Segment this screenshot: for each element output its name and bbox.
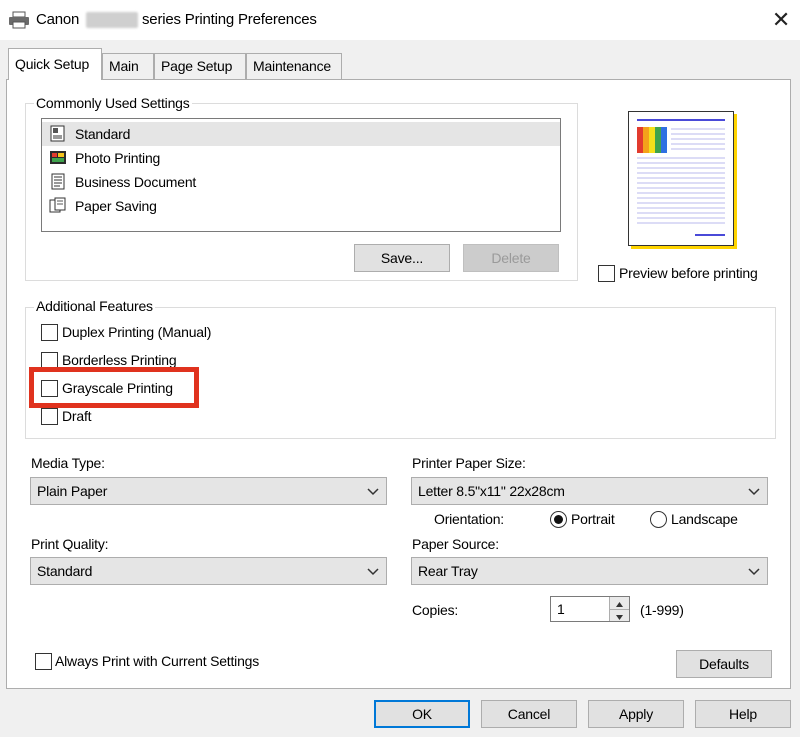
always-print-checkbox[interactable]: [35, 653, 52, 670]
paper-size-select[interactable]: Letter 8.5"x11" 22x28cm: [411, 477, 768, 505]
printer-icon: [8, 11, 30, 29]
copies-value: 1: [557, 601, 565, 617]
help-button[interactable]: Help: [695, 700, 791, 728]
model-name-redacted: [86, 12, 138, 28]
apply-button[interactable]: Apply: [588, 700, 684, 728]
list-item[interactable]: Paper Saving: [42, 194, 560, 218]
list-item[interactable]: Photo Printing: [42, 146, 560, 170]
paper-size-label: Printer Paper Size:: [412, 455, 526, 471]
paper-source-label: Paper Source:: [412, 536, 499, 552]
print-quality-value: Standard: [37, 563, 93, 579]
defaults-button[interactable]: Defaults: [676, 650, 772, 678]
tab-page-setup[interactable]: Page Setup: [154, 53, 246, 79]
tab-quick-setup[interactable]: Quick Setup: [8, 48, 102, 80]
tab-maintenance[interactable]: Maintenance: [246, 53, 342, 79]
chevron-down-icon: [747, 484, 761, 498]
copies-stepper[interactable]: 1: [550, 596, 630, 622]
draft-label: Draft: [62, 408, 92, 424]
delete-button[interactable]: Delete: [463, 244, 559, 272]
spin-down-icon[interactable]: [609, 609, 629, 621]
window-title-prefix: Canon: [36, 11, 80, 28]
list-item[interactable]: Standard: [42, 122, 560, 146]
media-type-select[interactable]: Plain Paper: [30, 477, 387, 505]
standard-icon: [49, 125, 67, 142]
preview-before-printing-label: Preview before printing: [619, 265, 758, 281]
additional-features-legend: Additional Features: [34, 298, 155, 314]
print-quality-label: Print Quality:: [31, 536, 109, 552]
chevron-down-icon: [366, 484, 380, 498]
list-item-label: Business Document: [75, 174, 197, 190]
always-print-label: Always Print with Current Settings: [55, 653, 260, 669]
window-title-suffix: series Printing Preferences: [142, 11, 317, 28]
draft-checkbox[interactable]: [41, 408, 58, 425]
copies-label: Copies:: [412, 602, 459, 618]
portrait-label: Portrait: [571, 511, 615, 527]
chevron-down-icon: [747, 564, 761, 578]
landscape-label: Landscape: [671, 511, 738, 527]
paper-source-select[interactable]: Rear Tray: [411, 557, 768, 585]
photo-icon: [49, 149, 67, 166]
duplex-printing-label: Duplex Printing (Manual): [62, 324, 212, 340]
spin-up-icon[interactable]: [609, 597, 629, 609]
commonly-used-list[interactable]: Standard Photo Printing Business Documen…: [41, 118, 561, 232]
save-button[interactable]: Save...: [354, 244, 450, 272]
media-type-value: Plain Paper: [37, 483, 108, 499]
paper-source-value: Rear Tray: [418, 563, 478, 579]
media-type-label: Media Type:: [31, 455, 105, 471]
document-icon: [49, 173, 67, 190]
ok-button[interactable]: OK: [374, 700, 470, 728]
print-quality-select[interactable]: Standard: [30, 557, 387, 585]
borderless-printing-label: Borderless Printing: [62, 352, 177, 368]
duplex-printing-checkbox[interactable]: [41, 324, 58, 341]
list-item-label: Standard: [75, 126, 131, 142]
radio-selected-dot: [554, 515, 563, 524]
orientation-label: Orientation:: [434, 511, 504, 527]
close-button[interactable]: ✕: [766, 6, 796, 34]
list-item-label: Paper Saving: [75, 198, 157, 214]
commonly-used-legend: Commonly Used Settings: [34, 95, 192, 111]
page-preview: [628, 111, 734, 246]
list-item[interactable]: Business Document: [42, 170, 560, 194]
paper-saving-icon: [49, 197, 67, 214]
copies-range: (1-999): [640, 602, 684, 618]
chevron-down-icon: [366, 564, 380, 578]
landscape-radio[interactable]: [650, 511, 667, 528]
list-item-label: Photo Printing: [75, 150, 161, 166]
grayscale-highlight-box: [29, 367, 199, 408]
portrait-radio[interactable]: [550, 511, 567, 528]
paper-size-value: Letter 8.5"x11" 22x28cm: [418, 483, 565, 499]
tab-main[interactable]: Main: [102, 53, 154, 79]
cancel-button[interactable]: Cancel: [481, 700, 577, 728]
preview-before-printing-checkbox[interactable]: [598, 265, 615, 282]
